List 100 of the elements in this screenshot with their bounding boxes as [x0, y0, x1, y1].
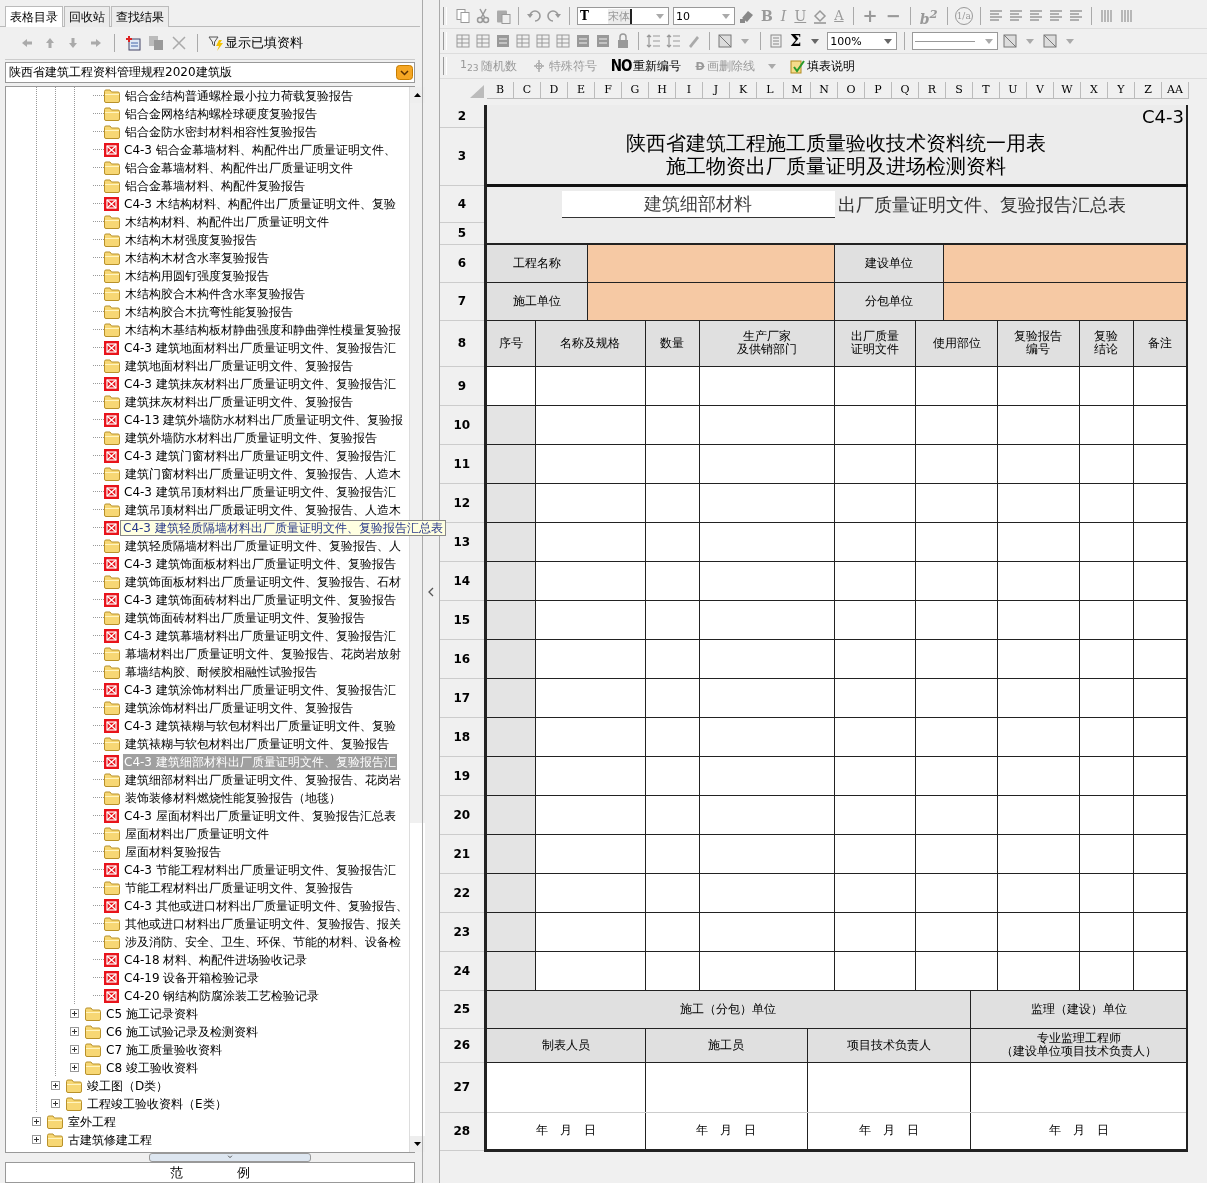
tree-item[interactable]: 其他或进口材料出厂质量证明文件、复验报告、报关: [124, 915, 402, 932]
column-header[interactable]: I: [676, 82, 703, 99]
table-cell[interactable]: [485, 873, 536, 912]
column-header[interactable]: M: [784, 82, 811, 99]
align-right-icon[interactable]: [1047, 8, 1064, 24]
tree-item[interactable]: 节能工程材料出厂质量证明文件、复验报告: [124, 879, 354, 896]
tree-item[interactable]: C6 施工试验记录及检测资料: [105, 1023, 259, 1040]
tree-item[interactable]: 铝合金幕墙材料、构配件出厂质量证明文件: [124, 159, 354, 176]
grid-icon[interactable]: [575, 33, 591, 49]
tree-item[interactable]: 建筑外墙防水材料出厂质量证明文件、复验报告: [124, 429, 378, 446]
column-header[interactable]: J: [703, 82, 730, 99]
tree-item[interactable]: C4-3 建筑抹灰材料出厂质量证明文件、复验报告汇: [123, 375, 397, 392]
show-filled-button[interactable]: 显示已填资料: [208, 33, 303, 52]
tree-item[interactable]: 铝合金防水密封材料相容性复验报告: [124, 123, 318, 140]
column-header[interactable]: D: [541, 82, 568, 99]
scroll-down-icon[interactable]: [409, 1136, 425, 1152]
line-style-dropdown[interactable]: [912, 32, 999, 50]
border-icon[interactable]: [1002, 33, 1019, 49]
column-header[interactable]: AA: [1162, 82, 1189, 99]
tree-item[interactable]: C4-3 节能工程材料出厂质量证明文件、复验报告汇: [123, 861, 397, 878]
copy-icon[interactable]: [455, 8, 471, 24]
table-cell[interactable]: [485, 639, 536, 678]
table-cell[interactable]: [485, 717, 536, 756]
tree-item[interactable]: 建筑裱糊与软包材料出厂质量证明文件、复验报告: [124, 735, 390, 752]
column-header[interactable]: O: [838, 82, 865, 99]
grid-icon[interactable]: [475, 33, 491, 49]
tree-item[interactable]: 建筑轻质隔墙材料出厂质量证明文件、复验报告、人: [124, 537, 402, 554]
tree-item[interactable]: 木结构木材含水率复验报告: [124, 249, 270, 266]
grid-icon[interactable]: [515, 33, 531, 49]
tree-item[interactable]: C8 竣工验收资料: [105, 1059, 199, 1076]
tree-item[interactable]: 工程竣工验收资料（E类）: [86, 1095, 228, 1112]
copy-icon[interactable]: [148, 34, 164, 51]
expand-toggle-icon[interactable]: [70, 1027, 79, 1037]
column-header[interactable]: K: [730, 82, 757, 99]
table-cell[interactable]: [485, 678, 536, 717]
tree-item[interactable]: 铝合金幕墙材料、构配件复验报告: [124, 177, 306, 194]
input-field[interactable]: [587, 244, 835, 282]
expand-toggle-icon[interactable]: [51, 1099, 60, 1109]
tree-item[interactable]: C4-3 建筑饰面砖材料出厂质量证明文件、复验报告: [123, 591, 397, 608]
tree-item[interactable]: 建筑涂饰材料出厂质量证明文件、复验报告: [124, 699, 354, 716]
spec-dropdown[interactable]: 陕西省建筑工程资料管理规程2020建筑版: [5, 61, 415, 83]
tree-item[interactable]: 幕墙材料出厂质量证明文件、复验报告、花岗岩放射: [124, 645, 402, 662]
table-cell[interactable]: [485, 366, 536, 405]
cut-icon[interactable]: [475, 8, 491, 24]
zoom-dropdown[interactable]: 100%: [827, 32, 898, 50]
justify-icon[interactable]: [1067, 8, 1084, 24]
table-cell[interactable]: [485, 795, 536, 834]
expand-toggle-icon[interactable]: [70, 1009, 79, 1019]
grid-icon[interactable]: [455, 33, 471, 49]
tree-item[interactable]: 建筑吊顶材料出厂质最证明文件、复验报告、人造木: [124, 501, 402, 518]
tree-item[interactable]: C4-3 建筑门窗材料出厂质量证明文件、复验报告汇: [123, 447, 397, 464]
tree-item[interactable]: 建筑饰面板材料出厂质量证明文件、复验报告、石材: [124, 573, 402, 590]
calculator-icon[interactable]: [768, 33, 784, 49]
pen-icon[interactable]: [686, 33, 702, 49]
tree-item[interactable]: C4-13 建筑外墙防水材料出厂质量证明文件、复验报: [123, 411, 405, 428]
table-cell[interactable]: [485, 912, 536, 951]
align-icon[interactable]: [987, 8, 1004, 24]
tree-item[interactable]: C4-3 建筑裱糊与软包材料出厂质量证明文件、复验: [123, 717, 397, 734]
column-header[interactable]: Y: [1108, 82, 1135, 99]
tree-item[interactable]: C4-3 建筑饰面板材料出厂质量证明文件、复验报告: [123, 555, 397, 572]
tree-item[interactable]: 铝合金结构普通螺栓最小拉力荷载复验报告: [124, 87, 354, 104]
column-header[interactable]: F: [595, 82, 622, 99]
tree-item[interactable]: 竣工图（D类）: [86, 1077, 170, 1094]
tree-item[interactable]: 古建筑修建工程: [67, 1131, 153, 1148]
tree-item[interactable]: C4-3 木结构材料、构配件出厂质量证明文件、复验: [123, 195, 397, 212]
column-header[interactable]: B: [487, 82, 514, 99]
expand-toggle-icon[interactable]: [70, 1063, 79, 1073]
column-header[interactable]: H: [649, 82, 676, 99]
tree-item[interactable]: 幕墙结构胶、耐候胶相融性试验报告: [124, 663, 318, 680]
grid-icon[interactable]: [595, 33, 611, 49]
column-header[interactable]: V: [1027, 82, 1054, 99]
tree-item[interactable]: 木结构木基结构板材静曲强度和静曲弹性模量复验报: [124, 321, 402, 338]
border-icon[interactable]: [1042, 33, 1059, 49]
tree-item[interactable]: 涉及消防、安全、卫生、环保、节能的材料、设备检: [124, 933, 402, 950]
tree-item[interactable]: C4-3 建筑幕墙材料出厂质量证明文件、复验报告汇: [123, 627, 397, 644]
table-cell[interactable]: [485, 951, 536, 990]
tree-item[interactable]: C4-3 其他或进口材料出厂质量证明文件、复验报告、: [123, 897, 409, 914]
tree-item[interactable]: C4-3 建筑地面材料出厂质量证明文件、复验报告汇: [123, 339, 397, 356]
tree-item[interactable]: 木结构胶合木构件含水率复验报告: [124, 285, 306, 302]
column-header[interactable]: E: [568, 82, 595, 99]
panel-handle[interactable]: [149, 1153, 311, 1162]
line-spacing-icon[interactable]: [666, 33, 682, 49]
tree-item[interactable]: C4-3 建筑涂饰材料出厂质量证明文件、复验报告汇: [123, 681, 397, 698]
tree-item[interactable]: 装饰装修材料燃烧性能复验报告（地毯）: [124, 789, 342, 806]
tool-button[interactable]: NO重新编号: [605, 57, 687, 75]
table-cell[interactable]: [485, 600, 536, 639]
format-brush-icon[interactable]: [739, 8, 755, 24]
table-cell[interactable]: [485, 834, 536, 873]
table-cell[interactable]: [485, 561, 536, 600]
border-icon[interactable]: [717, 33, 733, 49]
tree-item[interactable]: 建筑门窗材料出厂质量证明文件、复验报告、人造木: [124, 465, 402, 482]
column-header[interactable]: Q: [892, 82, 919, 99]
input-field[interactable]: [587, 282, 835, 320]
tree-item[interactable]: 铝合金网格结构螺栓球硬度复验报告: [124, 105, 318, 122]
column-header[interactable]: C: [514, 82, 541, 99]
font-dropdown[interactable]: T 宋体: [577, 7, 669, 25]
grid-icon[interactable]: [555, 33, 571, 49]
tree-item[interactable]: C4-19 设备开箱检验记录: [123, 969, 261, 986]
expand-toggle-icon[interactable]: [70, 1045, 79, 1055]
grid-icon[interactable]: [535, 33, 551, 49]
